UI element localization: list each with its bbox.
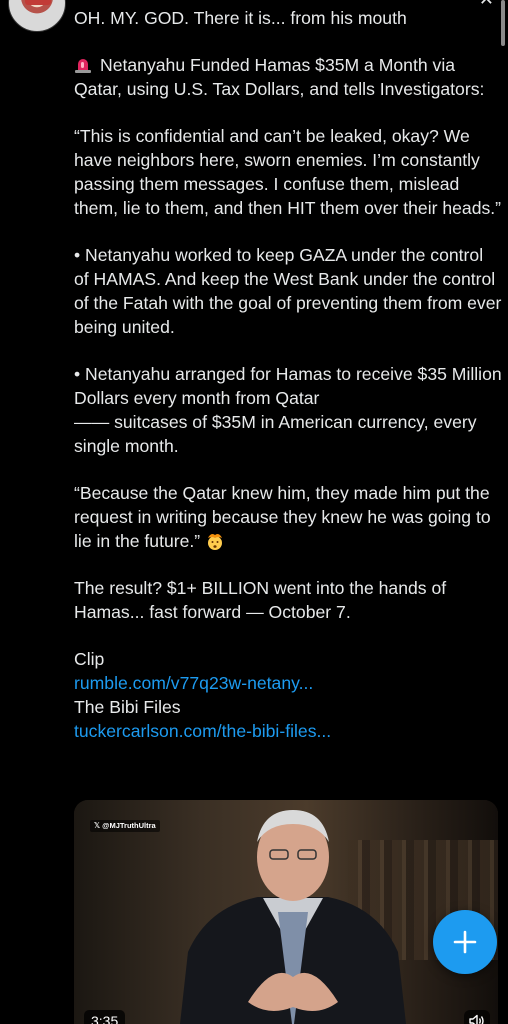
tweet-bullet-2: • Netanyahu arranged for Hamas to receiv… [74, 362, 502, 458]
video-duration: 3:35 [84, 1010, 126, 1024]
x-logo-icon: 𝕏 [94, 821, 103, 830]
tweet-headline: Netanyahu Funded Hamas $35M a Month via … [74, 53, 502, 101]
files-link[interactable]: tuckercarlson.com/the-bibi-files... [74, 719, 502, 743]
clip-label: Clip [74, 649, 105, 669]
tweet-bullet-1: • Netanyahu worked to keep GAZA under th… [74, 245, 502, 337]
avatar[interactable] [8, 0, 66, 32]
video-speaker-figure [180, 810, 406, 1024]
police-light-icon [74, 56, 92, 74]
video-player[interactable]: 𝕏 @MJTruthUltra 3:35 [74, 800, 498, 1024]
tweet-quote-2: “Because the Qatar knew him, they made h… [74, 481, 502, 553]
files-label: The Bibi Files [74, 697, 181, 717]
video-watermark: 𝕏 @MJTruthUltra [90, 820, 160, 832]
bullet-2-line-1: • Netanyahu arranged for Hamas to receiv… [74, 364, 502, 408]
clip-link[interactable]: rumble.com/v77q23w-netany... [74, 671, 502, 695]
compose-button[interactable] [433, 910, 497, 974]
plus-icon [453, 930, 477, 954]
volume-icon[interactable] [464, 1010, 490, 1024]
tweet-quote-1: “This is confidential and can’t be leake… [74, 126, 502, 218]
watermark-text: @MJTruthUltra [102, 821, 156, 830]
tweet-intro: OH. MY. GOD. There it is... from his mou… [74, 8, 407, 28]
exploding-head-icon [205, 531, 225, 551]
bullet-2-line-2: —— suitcases of $35M in American currenc… [74, 412, 477, 456]
tweet-result: The result? $1+ BILLION went into the ha… [74, 578, 447, 622]
tweet-text: OH. MY. GOD. There it is... from his mou… [74, 6, 502, 743]
quote-2-text: “Because the Qatar knew him, they made h… [74, 483, 491, 551]
headline-text: Netanyahu Funded Hamas $35M a Month via … [74, 55, 485, 99]
